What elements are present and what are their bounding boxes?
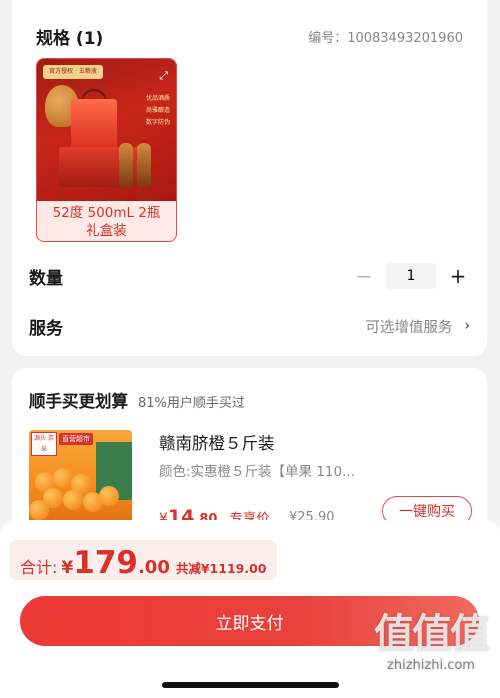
orange <box>29 500 49 520</box>
bundle-title: 顺手买更划算 <box>29 392 128 411</box>
watermark-logo: 值值值 <box>374 611 490 657</box>
quantity-row: 数量 − + <box>29 262 470 290</box>
total-currency: ¥ <box>61 558 74 578</box>
plus-icon[interactable]: + <box>446 264 470 288</box>
bundle-header: 顺手买更划算 81%用户顺手买过 <box>29 388 245 412</box>
image-tag: 优品酒质 <box>145 95 170 102</box>
spec-option-selected[interactable]: 官方授权 · 五粮液 优品酒质 尚雅酿造 数字防伪 ⤢ 52度 500mL 2瓶… <box>36 58 177 242</box>
product-code-value: 10083493201960 <box>347 31 463 46</box>
bundle-subtitle: 81%用户顺手买过 <box>138 396 245 411</box>
gift-bag <box>71 99 117 153</box>
home-indicator[interactable] <box>162 682 339 688</box>
spec-option-label: 52度 500mL 2瓶 礼盒装 <box>37 201 176 241</box>
expand-icon[interactable]: ⤢ <box>159 69 168 83</box>
orange <box>63 490 83 510</box>
total-decimal: .00 <box>137 557 170 578</box>
bottle <box>119 143 133 187</box>
bottle <box>137 143 151 187</box>
quantity-stepper: − + <box>352 263 470 289</box>
watermark: 值值值 zhizhizhi.com <box>374 610 490 673</box>
quantity-input[interactable] <box>386 263 436 289</box>
service-label: 服务 <box>29 318 63 339</box>
product-image[interactable]: 源头 京采 直营超市 <box>29 430 132 526</box>
total-label: 合计: <box>20 558 58 577</box>
source-badge: 源头 京采 <box>31 432 57 456</box>
quantity-label: 数量 <box>29 268 63 289</box>
total-discount: 共减¥1119.00 <box>175 561 267 576</box>
product-code: 编号：10083493201960 <box>308 27 463 46</box>
minus-icon[interactable]: − <box>352 264 376 288</box>
spec-header: 规格 (1) 编号：10083493201960 <box>36 24 463 49</box>
self-operated-tag: 直营超市 <box>59 433 93 445</box>
product-name[interactable]: 赣南脐橙５斤装 <box>159 430 275 454</box>
watermark-url: zhizhizhi.com <box>387 658 475 673</box>
spec-title: 规格 (1) <box>36 29 104 49</box>
service-value-group: 可选增值服务 › <box>365 316 470 337</box>
service-value: 可选增值服务 <box>365 319 453 336</box>
total-summary: 合计: ¥ 179 .00 共减¥1119.00 <box>10 540 277 581</box>
orange <box>99 486 119 506</box>
brand-logo: 官方授权 · 五粮液 <box>43 65 103 79</box>
product-code-label: 编号： <box>308 31 348 46</box>
spec-option-label-line2: 礼盒装 <box>86 223 127 239</box>
total-integer: 179 <box>73 545 138 581</box>
spec-card: 规格 (1) 编号：10083493201960 官方授权 · 五粮液 优品酒质… <box>12 0 487 356</box>
image-tag: 数字防伪 <box>145 119 170 126</box>
product-variant[interactable]: 颜色:实惠橙５斤装【单果 110... <box>159 460 355 480</box>
spec-option-image: 官方授权 · 五粮液 优品酒质 尚雅酿造 数字防伪 ⤢ <box>37 59 176 201</box>
spec-option-label-line1: 52度 500mL 2瓶 <box>52 205 161 221</box>
service-row[interactable]: 服务 可选增值服务 › <box>29 313 470 339</box>
orange <box>53 468 73 488</box>
image-tag: 尚雅酿造 <box>145 107 170 114</box>
chevron-right-icon: › <box>464 318 470 334</box>
